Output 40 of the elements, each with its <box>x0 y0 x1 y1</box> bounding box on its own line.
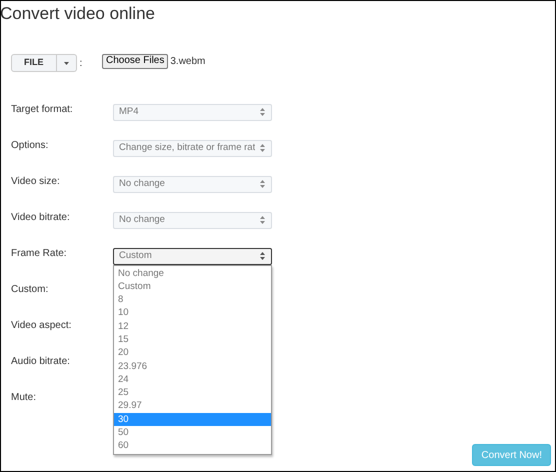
select-field[interactable]: Change size, bitrate or frame rat <box>113 140 272 156</box>
page-title: Convert video online <box>1 5 155 22</box>
field-label: Video size: <box>10 174 61 188</box>
dropdown-option[interactable]: Custom <box>114 280 271 294</box>
dropdown-option[interactable]: 20 <box>114 346 271 360</box>
dropdown-option[interactable]: 10 <box>114 306 271 320</box>
dropdown-option[interactable]: 8 <box>114 293 271 306</box>
dropdown-option[interactable]: 29.97 <box>114 399 271 413</box>
field-label: Audio bitrate: <box>10 354 71 368</box>
dropdown-option[interactable]: No change <box>114 266 271 280</box>
field-label: Custom: <box>10 282 50 296</box>
field-label: Target format: <box>10 102 74 116</box>
file-name: 3.webm <box>170 54 206 68</box>
dropdown-option[interactable]: 60 <box>114 439 271 453</box>
up-down-arrows-icon <box>260 252 265 260</box>
dropdown-option[interactable]: 12 <box>114 320 271 333</box>
file-source-dropdown-button[interactable] <box>56 54 76 72</box>
file-source-button[interactable]: FILE <box>11 54 56 72</box>
field-label: Mute: <box>10 390 38 404</box>
select-field[interactable]: Custom <box>113 248 272 264</box>
caret-icon <box>64 62 68 64</box>
field-label: Video aspect: <box>10 318 72 332</box>
up-down-arrows-icon <box>260 180 265 188</box>
dropdown-option[interactable]: 24 <box>114 372 271 386</box>
dropdown-option[interactable]: 25 <box>114 386 271 400</box>
dropdown-option[interactable]: 15 <box>114 332 271 346</box>
up-down-arrows-icon <box>260 108 265 116</box>
up-down-arrows-icon <box>260 216 265 224</box>
dropdown-option[interactable]: 30 <box>114 412 271 426</box>
select-field[interactable]: No change <box>113 176 272 192</box>
select-field[interactable]: MP4 <box>113 104 272 120</box>
field-label: Options: <box>10 138 50 152</box>
up-down-arrows-icon <box>260 144 265 152</box>
dropdown-option[interactable]: 23.976 <box>114 360 271 373</box>
field-label: Frame Rate: <box>10 246 68 260</box>
choose-files-button[interactable]: Choose Files <box>102 54 168 68</box>
select-field[interactable]: No change <box>113 212 272 228</box>
colon-text: : <box>80 56 82 70</box>
field-label: Video bitrate: <box>10 210 71 224</box>
dropdown-option[interactable]: 50 <box>114 426 271 440</box>
